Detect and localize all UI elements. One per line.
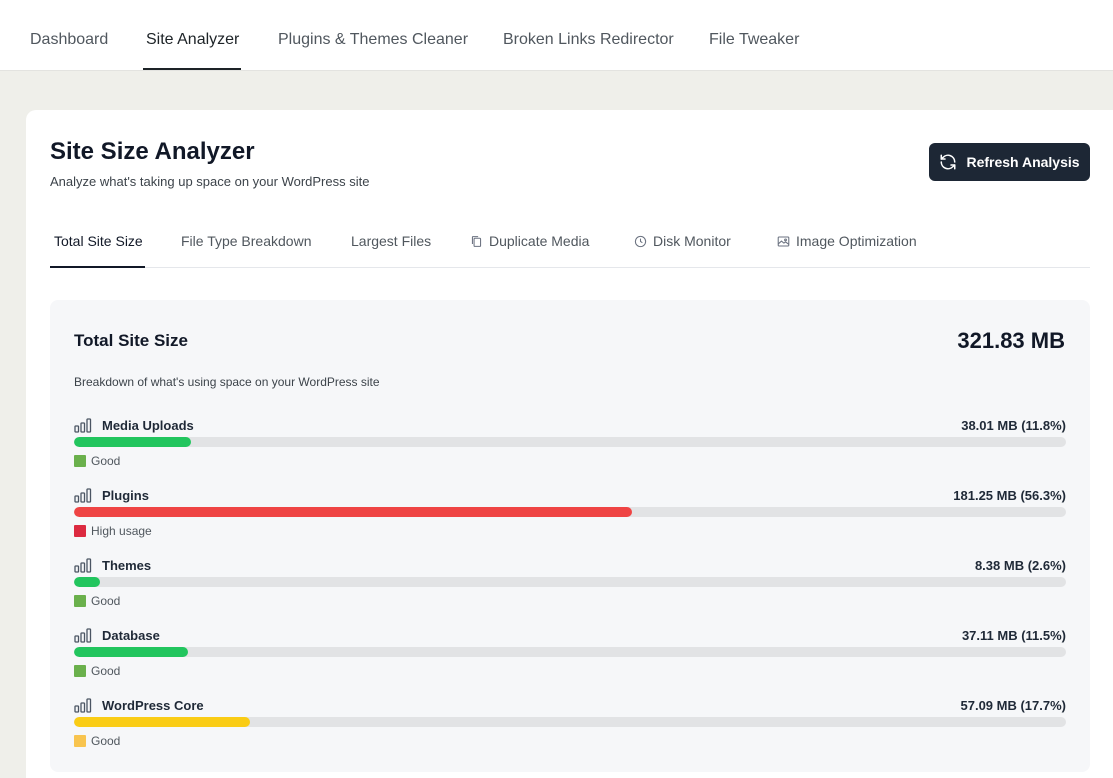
nav-active-indicator xyxy=(143,68,241,70)
refresh-analysis-label: Refresh Analysis xyxy=(966,154,1080,170)
bar-chart-icon xyxy=(74,418,92,433)
bar-chart-icon xyxy=(74,558,92,573)
nav-tab-file-tweaker[interactable]: File Tweaker xyxy=(709,31,799,49)
status-badge: High usage xyxy=(74,524,152,538)
size-row-media-uploads: Media Uploads 38.01 MB (11.8%) Good xyxy=(74,418,1066,478)
size-row-label: Database xyxy=(102,628,160,643)
size-row-plugins: Plugins 181.25 MB (56.3%) High usage xyxy=(74,488,1066,548)
size-progress-track xyxy=(74,507,1066,517)
size-row-value: 8.38 MB (2.6%) xyxy=(974,558,1066,573)
size-row-value: 181.25 MB (56.3%) xyxy=(953,488,1066,503)
panel-title: Total Site Size xyxy=(74,331,188,350)
size-row-label: Themes xyxy=(102,558,152,573)
tab-duplicate-media[interactable]: Duplicate Media xyxy=(470,233,589,249)
status-badge: Good xyxy=(74,664,120,678)
status-indicator xyxy=(74,735,86,747)
nav-tab-plugins-themes-cleaner[interactable]: Plugins & Themes Cleaner xyxy=(278,31,468,49)
size-row-themes: Themes 8.38 MB (2.6%) Good xyxy=(74,558,1066,618)
size-row-label: Plugins xyxy=(102,488,149,503)
tab-disk-monitor[interactable]: Disk Monitor xyxy=(634,233,731,249)
page-subtitle: Analyze what's taking up space on your W… xyxy=(50,174,370,189)
size-progress-track xyxy=(74,717,1066,727)
bar-chart-icon xyxy=(74,628,92,643)
nav-tab-broken-links-redirector[interactable]: Broken Links Redirector xyxy=(503,31,674,49)
clock-icon xyxy=(634,235,647,247)
status-indicator xyxy=(74,665,86,677)
tab-image-optimization[interactable]: Image Optimization xyxy=(777,233,917,249)
copy-icon xyxy=(471,235,482,247)
status-indicator xyxy=(74,455,86,467)
tab-duplicate-media-label: Duplicate Media xyxy=(489,233,590,249)
size-progress-fill xyxy=(74,577,100,587)
status-badge: Good xyxy=(74,594,120,608)
status-indicator xyxy=(74,525,86,537)
tab-file-type-breakdown[interactable]: File Type Breakdown xyxy=(181,233,311,249)
tab-largest-files[interactable]: Largest Files xyxy=(351,233,431,249)
tab-largest-files-label: Largest Files xyxy=(351,233,432,249)
size-row-wordpress-core: WordPress Core 57.09 MB (17.7%) Good xyxy=(74,698,1066,758)
page-title: Site Size Analyzer xyxy=(50,138,255,165)
size-row-value: 37.11 MB (11.5%) xyxy=(961,628,1066,643)
status-text: High usage xyxy=(91,524,152,538)
status-text: Good xyxy=(91,594,121,608)
status-text: Good xyxy=(91,454,121,468)
bar-chart-icon xyxy=(74,698,92,713)
size-row-database: Database 37.11 MB (11.5%) Good xyxy=(74,628,1066,688)
status-indicator xyxy=(74,595,86,607)
tab-image-optimization-label: Image Optimization xyxy=(796,233,917,249)
analyzer-tabs: Total Site Size File Type Breakdown Larg… xyxy=(50,228,1090,268)
size-progress-fill xyxy=(74,437,191,447)
refresh-analysis-button[interactable]: Refresh Analysis xyxy=(929,143,1090,181)
size-progress-track xyxy=(74,577,1066,587)
status-badge: Good xyxy=(74,454,120,468)
top-navigation: Dashboard Site Analyzer Plugins & Themes… xyxy=(0,0,1113,71)
panel-description: Breakdown of what's using space on your … xyxy=(74,375,380,389)
nav-tab-dashboard[interactable]: Dashboard xyxy=(30,31,108,49)
status-badge: Good xyxy=(74,734,120,748)
image-icon xyxy=(777,236,790,246)
status-text: Good xyxy=(91,734,121,748)
size-progress-fill xyxy=(74,717,250,727)
size-row-label: Media Uploads xyxy=(102,418,194,433)
tab-disk-monitor-label: Disk Monitor xyxy=(653,233,731,249)
status-text: Good xyxy=(91,664,121,678)
tab-total-site-size[interactable]: Total Site Size xyxy=(54,233,143,249)
nav-tab-site-analyzer[interactable]: Site Analyzer xyxy=(146,31,239,49)
tab-total-site-size-label: Total Site Size xyxy=(54,233,143,249)
size-row-value: 57.09 MB (17.7%) xyxy=(960,698,1067,713)
total-size-value: 321.83 MB xyxy=(957,328,1065,353)
size-row-label: WordPress Core xyxy=(102,698,204,713)
subtab-active-indicator xyxy=(50,266,145,268)
tab-file-type-breakdown-label: File Type Breakdown xyxy=(181,233,312,249)
size-progress-track xyxy=(74,647,1066,657)
bar-chart-icon xyxy=(74,488,92,503)
size-progress-fill xyxy=(74,507,632,517)
size-row-value: 38.01 MB (11.8%) xyxy=(961,418,1066,433)
size-progress-fill xyxy=(74,647,188,657)
size-progress-track xyxy=(74,437,1066,447)
refresh-icon xyxy=(940,154,956,170)
